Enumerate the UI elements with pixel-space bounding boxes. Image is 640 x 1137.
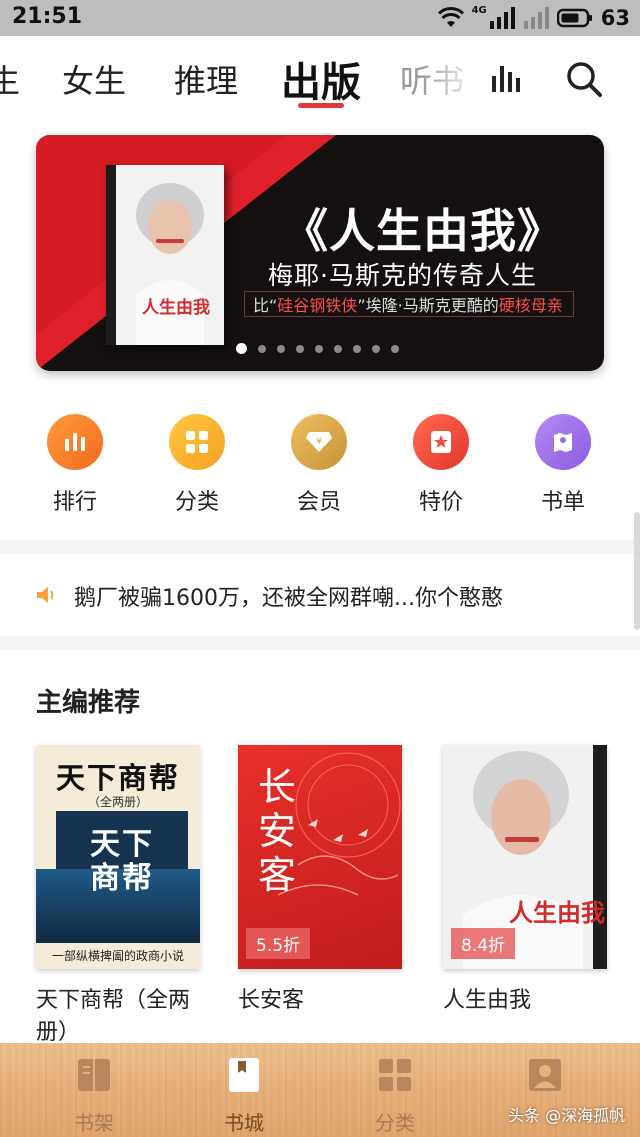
promo-banner[interactable]: 人生由我 《人生由我》 梅耶·马斯克的传奇人生 比“ 硅谷钢铁侠 ”埃隆·马斯克更酷…: [36, 135, 604, 371]
signal-icon: [489, 7, 515, 29]
carousel-dot[interactable]: [353, 344, 361, 353]
category-icon: [379, 1059, 411, 1091]
quick-link-label: 书单: [540, 490, 585, 515]
carousel-dot[interactable]: [236, 343, 247, 354]
quick-link-label: 排行: [52, 490, 97, 515]
search-icon[interactable]: [565, 60, 603, 102]
quick-link-booklist[interactable]: 书单: [523, 414, 603, 516]
notice-text: 鹅厂被骗1600万，还被全网群嘲...你个憨憨: [74, 586, 503, 611]
quick-link-label: 分类: [174, 490, 219, 515]
section-title: 主编推荐: [36, 688, 141, 718]
section-divider: [0, 636, 640, 650]
carousel-dot[interactable]: [258, 344, 266, 353]
banner-title: 《人生由我》: [282, 204, 564, 258]
quick-link-label: 特价: [418, 490, 463, 515]
status-bar: 21:51 4G 63: [0, 0, 640, 36]
banner-book-title: 人生由我: [142, 298, 210, 318]
wifi-icon: [437, 7, 464, 27]
book-cover: 长安客 5.5折: [238, 745, 402, 969]
carousel-dot[interactable]: [391, 344, 399, 353]
quick-link-label: 会员: [296, 490, 341, 515]
carousel-dot[interactable]: [372, 344, 380, 353]
profile-icon: [529, 1059, 561, 1091]
speaker-icon: [37, 587, 54, 603]
tag-middle: ”埃隆·马斯克更酷的: [357, 296, 499, 315]
book-cover: 天下商帮 （全两册） 天下 商帮 一部纵横捭阖的政商小说: [36, 745, 200, 969]
book-card-rensheng[interactable]: 人生由我 8.4折 人生由我: [443, 745, 607, 1017]
book-name: 天下商帮（全两册）: [36, 988, 191, 1045]
nav-label: 书架: [74, 1111, 114, 1135]
star-tag-icon: [413, 414, 469, 470]
tab-fade-overlay: [420, 36, 480, 116]
battery-percent: 63: [600, 6, 630, 30]
carousel-dot[interactable]: [296, 344, 304, 353]
carousel-indicator: [236, 343, 399, 354]
status-time: 21:51: [12, 4, 83, 29]
quick-link-category[interactable]: 分类: [157, 414, 237, 516]
tab-female[interactable]: 女生: [62, 56, 126, 102]
quick-link-member[interactable]: ¥ 会员: [279, 414, 359, 516]
scrollbar[interactable]: [634, 512, 640, 630]
nav-category[interactable]: 分类: [355, 1057, 435, 1136]
notice-bar[interactable]: 鹅厂被骗1600万，还被全网群嘲...你个憨憨: [0, 554, 640, 636]
bookshelf-icon: [78, 1059, 110, 1091]
cover-title: 天下商帮: [55, 761, 180, 795]
map-pin-icon: [535, 414, 591, 470]
book-card-changanke[interactable]: 长安客 5.5折 长安客: [238, 745, 402, 1017]
banner-book-cover: 人生由我: [106, 165, 224, 345]
network-type: 4G: [471, 4, 487, 16]
cover-footer: 一部纵横捭阖的政商小说: [36, 944, 200, 969]
book-cover: 人生由我 8.4折: [443, 745, 607, 969]
battery-icon: [556, 8, 592, 28]
cover-title: 长安客: [258, 765, 297, 897]
cover-big-text-2: 商帮: [90, 861, 154, 896]
nav-label: 书城: [224, 1111, 264, 1135]
carousel-dot[interactable]: [334, 344, 342, 353]
book-card-tianxia[interactable]: 天下商帮 （全两册） 天下 商帮 一部纵横捭阖的政商小说 天下商帮（全两册）: [36, 745, 200, 1049]
book-name: 人生由我: [443, 988, 532, 1013]
banner-subtitle: 梅耶·马斯克的传奇人生: [268, 261, 537, 290]
discount-badge: 5.5折: [246, 928, 311, 959]
tab-publishing[interactable]: 出版: [281, 50, 361, 108]
tag-highlight-2: 硬核母亲: [498, 296, 563, 315]
carousel-dot[interactable]: [277, 344, 285, 353]
active-tab-indicator: [298, 103, 344, 108]
watermark-text: 头条 @深海孤帆: [508, 1106, 626, 1125]
nav-label: 分类: [375, 1111, 415, 1135]
tab-mystery[interactable]: 推理: [174, 56, 238, 102]
bookstore-icon: [229, 1058, 259, 1092]
banner-tagline: 比“ 硅谷钢铁侠 ”埃隆·马斯克更酷的 硬核母亲: [244, 291, 574, 317]
status-icons: 4G 63: [437, 4, 630, 31]
section-divider: [0, 540, 640, 554]
grid-icon: [169, 414, 225, 470]
nav-bookshelf[interactable]: 书架: [54, 1057, 134, 1136]
quick-link-special-price[interactable]: 特价: [401, 414, 481, 516]
cover-subtitle: （全两册）: [87, 795, 148, 809]
carousel-dot[interactable]: [315, 344, 323, 353]
tab-partial-left[interactable]: 生: [0, 56, 20, 102]
nav-bookstore[interactable]: 书城: [204, 1057, 284, 1136]
diamond-icon: ¥: [291, 414, 347, 470]
tag-prefix: 比“: [253, 296, 278, 315]
book-name: 长安客: [238, 988, 305, 1013]
nav-profile[interactable]: [505, 1057, 585, 1097]
ranking-icon[interactable]: [490, 62, 524, 98]
cover-title: 人生由我: [509, 899, 605, 927]
svg-text:¥: ¥: [316, 437, 322, 447]
tag-highlight-1: 硅谷钢铁侠: [277, 296, 358, 315]
bar-chart-icon: [47, 414, 103, 470]
signal-secondary-icon: [523, 7, 549, 29]
discount-badge: 8.4折: [451, 928, 516, 959]
quick-link-ranking[interactable]: 排行: [35, 414, 115, 516]
